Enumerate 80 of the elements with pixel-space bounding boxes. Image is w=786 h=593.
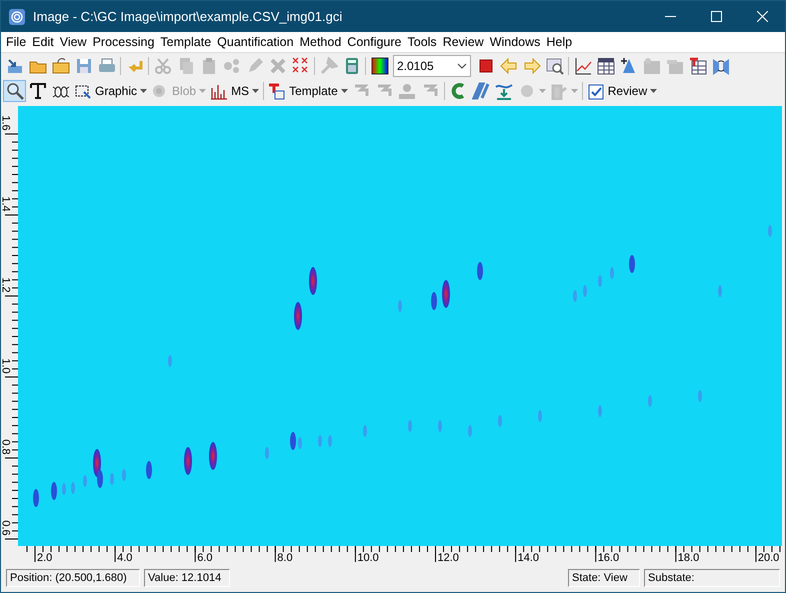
folder-arrow-icon bbox=[52, 57, 70, 75]
state-readout: State: View bbox=[568, 569, 640, 587]
nodes-icon bbox=[222, 57, 240, 75]
3d-plot-icon bbox=[620, 57, 638, 75]
x-tick-label: 2.0 bbox=[37, 552, 52, 564]
caret-icon bbox=[570, 89, 578, 93]
dropdown-button[interactable]: Template bbox=[266, 80, 350, 102]
x-tick-label: 6.0 bbox=[197, 552, 212, 564]
close-icon bbox=[756, 11, 768, 22]
color-spectrum-icon bbox=[370, 57, 388, 75]
caret-icon bbox=[199, 89, 206, 93]
menu-item[interactable]: Quantification bbox=[214, 32, 297, 52]
template-table-icon bbox=[688, 57, 706, 75]
menu-item[interactable]: View bbox=[56, 32, 90, 52]
menu-item[interactable]: Edit bbox=[29, 32, 57, 52]
menu-item[interactable]: Windows bbox=[486, 32, 544, 52]
value-readout: Value: 12.1014 bbox=[144, 569, 230, 587]
menu-item[interactable]: File bbox=[3, 32, 30, 52]
window-title: Image - C:\GC Image\import\example.CSV_img01.gci bbox=[33, 8, 342, 26]
x-tick-label: 16.0 bbox=[598, 552, 620, 564]
import-icon bbox=[6, 57, 24, 75]
y-tick-label: 0.8 bbox=[0, 439, 12, 455]
menu-item[interactable]: Method bbox=[296, 32, 344, 52]
line-chart-icon bbox=[574, 57, 592, 75]
dropdown-button[interactable]: MS bbox=[208, 80, 262, 102]
left-arrow-icon bbox=[500, 57, 518, 75]
position-readout: Position: (20.500,1.680) bbox=[6, 569, 140, 587]
maximize-icon bbox=[710, 11, 722, 22]
app-icon bbox=[9, 8, 25, 24]
x-tick-label: 18.0 bbox=[678, 552, 700, 564]
save-icon bbox=[74, 57, 92, 75]
menu-item[interactable]: Tools bbox=[404, 32, 440, 52]
split-icon bbox=[472, 82, 490, 100]
menu-item[interactable]: Configure bbox=[344, 32, 404, 52]
crosses-icon bbox=[292, 57, 310, 75]
right-arrow-icon bbox=[522, 57, 540, 75]
x-tick-label: 10.0 bbox=[357, 552, 379, 564]
menu-item[interactable]: Review bbox=[440, 32, 487, 52]
chevron-down-icon bbox=[457, 63, 467, 69]
table-icon bbox=[642, 57, 660, 75]
caret-icon bbox=[140, 89, 148, 93]
clipboard-check-icon bbox=[586, 82, 605, 100]
print-icon bbox=[98, 57, 116, 75]
dropdown-button[interactable]: Review bbox=[584, 80, 660, 102]
magnifier-icon bbox=[6, 82, 24, 100]
template-icon bbox=[268, 82, 286, 100]
number-table-icon bbox=[596, 57, 614, 75]
y-tick-label: 1.2 bbox=[0, 277, 12, 293]
menu-item[interactable]: Template bbox=[157, 32, 214, 52]
y-tick-label: 1.4 bbox=[0, 196, 12, 212]
x-tick-label: 8.0 bbox=[277, 552, 293, 564]
zoom-window-icon bbox=[546, 57, 564, 75]
dropdown-button[interactable]: Graphic bbox=[72, 80, 150, 102]
bar-spectrum-icon bbox=[210, 82, 228, 100]
zoom-combo-box[interactable]: 2.0105 bbox=[393, 55, 471, 77]
y-tick-label: 0.6 bbox=[0, 520, 12, 536]
magnifier-button[interactable] bbox=[3, 80, 26, 102]
scissors-icon bbox=[154, 57, 172, 75]
caret-icon bbox=[340, 89, 348, 93]
x-tick-label: 4.0 bbox=[117, 552, 132, 564]
substate-readout: Substate: bbox=[644, 569, 780, 587]
x-tick-label: 14.0 bbox=[518, 552, 540, 564]
caret-icon bbox=[252, 89, 260, 93]
x-tick-label: 12.0 bbox=[438, 552, 459, 564]
flip-icon bbox=[712, 57, 730, 75]
cup-icon bbox=[550, 82, 568, 100]
graph-import-icon bbox=[495, 82, 514, 100]
stamp-icon bbox=[398, 82, 416, 100]
menu-item[interactable]: Help bbox=[543, 32, 576, 52]
cross-icon bbox=[268, 57, 286, 75]
stop-icon bbox=[476, 57, 494, 75]
caret-icon bbox=[650, 89, 658, 93]
x-tick-label: 20.0 bbox=[758, 552, 780, 564]
text-tool-icon bbox=[28, 82, 46, 100]
wrench-icon bbox=[320, 57, 338, 75]
y-tick-label: 1.0 bbox=[0, 358, 12, 374]
menu-item[interactable]: Processing bbox=[90, 32, 158, 52]
y-tick-label: 1.6 bbox=[0, 115, 12, 131]
caret-icon bbox=[538, 89, 546, 93]
pages-icon bbox=[666, 57, 684, 75]
